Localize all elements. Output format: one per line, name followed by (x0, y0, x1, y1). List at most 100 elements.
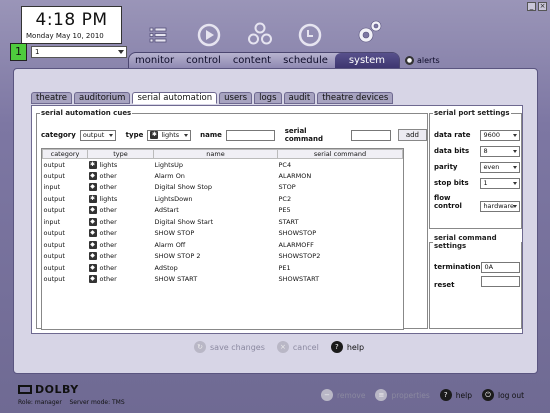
data-rate-select[interactable]: 9600 (480, 130, 521, 141)
reset-input[interactable] (481, 276, 521, 287)
dolby-logo-text: DOLBY (35, 383, 79, 396)
cell-category: output (43, 194, 65, 203)
footer-actions: − remove ≡ properties ? help ⏻ log out (321, 389, 524, 401)
name-label: name (200, 131, 222, 139)
type-text: other (99, 275, 117, 284)
cell-type: ◆ other (88, 262, 154, 274)
type-text: lights (99, 160, 118, 169)
tab-auditorium[interactable]: auditorium (74, 92, 131, 104)
table-row[interactable]: output ◆ other Alarm Off ALARMOFF (43, 239, 403, 251)
gears-icon[interactable] (354, 18, 384, 48)
chevron-down-icon (513, 182, 518, 185)
tab-theatre-devices[interactable]: theatre devices (317, 92, 394, 104)
logout-icon: ⏻ (481, 389, 494, 401)
other-type-icon: ◆ (88, 217, 97, 226)
tab-audit[interactable]: audit (283, 92, 316, 104)
type-select-value: lights (161, 130, 180, 139)
properties-button[interactable]: ≡ properties (375, 389, 430, 401)
parity-select[interactable]: even (480, 162, 521, 173)
screen-number-badge[interactable]: 1 (10, 43, 27, 61)
table-row[interactable]: input ◆ other Digital Show Stop STOP (43, 182, 403, 194)
type-label: type (125, 131, 144, 139)
cell-type: ◆ other (88, 170, 154, 182)
cell-serial-command: PE1 (278, 263, 291, 272)
play-circle-icon[interactable] (196, 22, 222, 48)
data-bits-label: data bits (434, 147, 470, 155)
termination-label: termination (434, 263, 481, 271)
close-icon[interactable]: × (538, 2, 547, 11)
alerts-link[interactable]: ● alerts (405, 56, 440, 65)
reset-label: reset (434, 281, 455, 289)
type-select[interactable]: ✱ lights (147, 129, 192, 141)
other-type-icon: ◆ (88, 275, 97, 284)
footer-help-label: help (455, 390, 472, 400)
dolby-double-d-icon (18, 385, 32, 394)
tab-users[interactable]: users (219, 92, 253, 104)
column-header-name[interactable]: name (153, 149, 278, 159)
minimize-icon[interactable]: _ (527, 2, 536, 11)
cell-category: input (43, 217, 61, 226)
flow-control-value: hardware (483, 202, 515, 210)
list-icon[interactable] (145, 22, 171, 48)
remove-button[interactable]: − remove (321, 389, 365, 401)
serial-port-settings-group: serial port settings data rate 9600 data… (429, 109, 522, 229)
help-icon: ? (439, 389, 452, 401)
flow-control-label: flow control (434, 194, 462, 210)
column-header-category[interactable]: category (42, 149, 88, 159)
other-type-icon: ◆ (88, 183, 97, 192)
cancel-icon: × (276, 341, 289, 353)
parity-value: even (483, 163, 500, 171)
remove-icon: − (321, 389, 333, 401)
role-text: Role: manager (18, 399, 62, 406)
type-text: other (99, 183, 117, 192)
table-row[interactable]: output ◆ other AdStart PE5 (43, 205, 403, 217)
type-text: other (99, 217, 117, 226)
table-row[interactable]: input ◆ other Digital Show Start START (43, 216, 403, 228)
tab-serial-automation[interactable]: serial automation (132, 92, 218, 104)
logout-button[interactable]: ⏻ log out (481, 389, 524, 401)
type-text: other (99, 206, 117, 215)
termination-input[interactable]: 0A (481, 262, 521, 273)
data-bits-select[interactable]: 8 (480, 146, 521, 157)
footer-help-button[interactable]: ? help (439, 389, 472, 401)
cell-name: LightsDown (154, 194, 193, 203)
column-header-type[interactable]: type (87, 149, 154, 159)
cell-name: SHOW STOP 2 (154, 252, 201, 261)
nav-system[interactable]: system (334, 53, 399, 68)
add-button[interactable]: add (397, 129, 427, 141)
table-row[interactable]: output ◆ other AdStop PE1 (43, 262, 403, 274)
table-row[interactable]: output ◆ other SHOW STOP SHOWSTOP (43, 228, 403, 240)
table-row[interactable]: output ✱ lights LightsUp PC4 (43, 159, 403, 171)
cancel-button[interactable]: × cancel (276, 341, 319, 353)
name-input[interactable] (225, 129, 275, 141)
tab-logs[interactable]: logs (254, 92, 282, 104)
column-header-serial-command[interactable]: serial command (277, 149, 403, 159)
category-select[interactable]: output (79, 129, 116, 141)
cell-type: ✱ lights (88, 159, 154, 171)
table-row[interactable]: output ◆ other Alarm On ALARMON (43, 170, 403, 182)
stop-bits-select[interactable]: 1 (480, 178, 521, 189)
help-button[interactable]: ? help (330, 341, 364, 353)
save-changes-button[interactable]: ↻ save changes (194, 341, 265, 353)
tab-theatre[interactable]: theatre (31, 92, 73, 104)
table-row[interactable]: output ◆ other SHOW START SHOWSTART (43, 274, 403, 286)
nav-content[interactable]: content (227, 55, 277, 66)
nav-schedule[interactable]: schedule (277, 55, 334, 66)
molecule-icon[interactable] (247, 21, 273, 47)
data-bits-value: 8 (483, 147, 488, 155)
serial-command-input[interactable] (350, 129, 391, 141)
nav-monitor[interactable]: monitor (129, 55, 180, 66)
flow-control-select[interactable]: hardware (480, 201, 521, 212)
clock-icon[interactable] (297, 22, 323, 48)
save-icon: ↻ (194, 341, 206, 353)
table-row[interactable]: output ✱ lights LightsDown PC2 (43, 193, 403, 205)
data-rate-label: data rate (434, 131, 471, 139)
chevron-down-icon (513, 205, 518, 208)
nav-control[interactable]: control (180, 55, 227, 66)
screen-select[interactable]: 1 (31, 46, 127, 58)
clock-time: 4:18 PM (35, 10, 108, 30)
data-rate-value: 9600 (483, 131, 500, 139)
type-text: other (99, 263, 117, 272)
screen-select-value: 1 (35, 48, 40, 56)
table-row[interactable]: output ◆ other SHOW STOP 2 SHOWSTOP2 (43, 251, 403, 263)
